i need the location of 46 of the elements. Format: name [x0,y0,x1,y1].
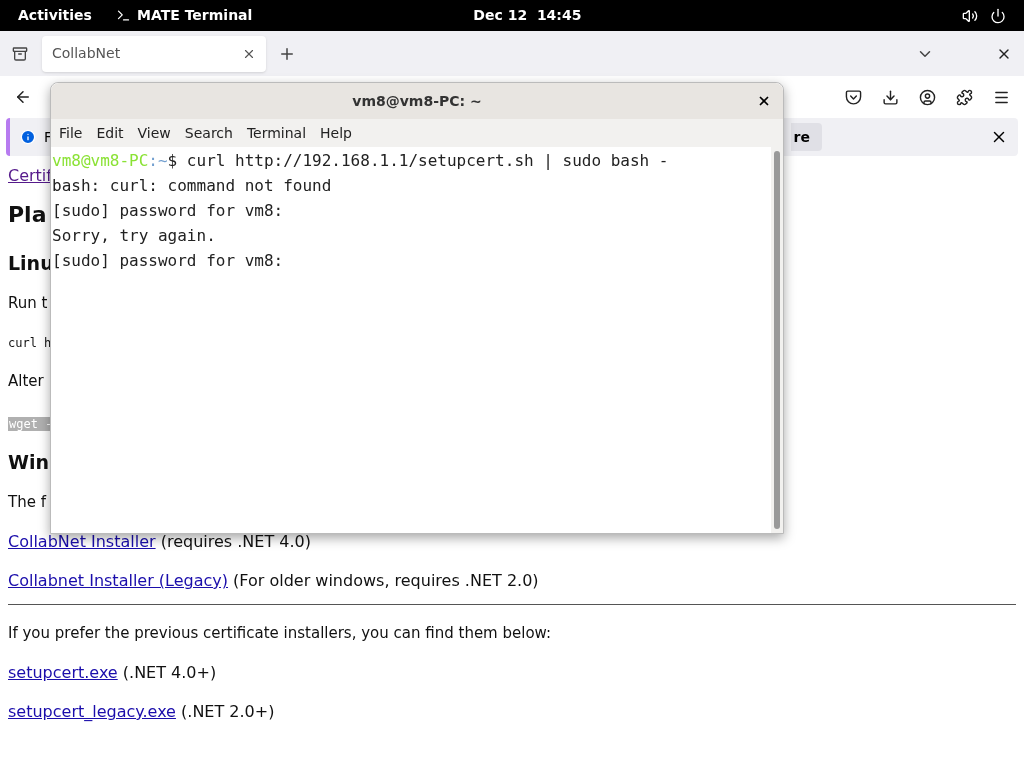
window-title: vm8@vm8-PC: ~ [352,91,482,111]
paragraph: Run t [8,294,48,312]
prompt-user: vm8@vm8-PC [52,150,149,172]
link-note: (.NET 2.0+) [181,702,275,721]
info-icon [20,129,36,145]
output-line: Sorry, try again. [52,226,216,245]
account-icon[interactable] [919,88,936,106]
menu-item[interactable]: Edit [96,122,124,144]
prompt-path: :~ [148,150,168,172]
output-line: [sudo] password for vm8: [52,201,284,220]
close-icon[interactable] [757,94,771,108]
back-icon[interactable] [14,88,32,106]
menu-item[interactable]: Help [320,122,352,144]
clock[interactable]: Dec 12 14:45 [473,5,582,26]
output-line: bash: curl: command not found [52,176,332,195]
code-text: curl h [8,335,53,352]
download-icon[interactable] [882,88,899,106]
menu-item[interactable]: File [59,122,83,144]
menu-item[interactable]: View [137,122,171,144]
power-icon[interactable] [990,7,1006,24]
archive-icon[interactable] [12,45,28,62]
browser-tab[interactable]: CollabNet [42,35,266,72]
puzzle-icon[interactable] [956,88,973,106]
paragraph: Alter [8,372,44,390]
terminal-icon [116,8,131,23]
page-link[interactable]: Certif [8,166,52,185]
link-note: (requires .NET 4.0) [160,532,311,551]
section-heading: Win [8,451,49,473]
download-link[interactable]: Collabnet Installer (Legacy) [8,571,228,590]
paragraph: The f [8,493,46,511]
menu-item[interactable]: Search [184,122,233,144]
notification-button[interactable]: re [790,123,822,151]
link-note: (.NET 4.0+) [122,663,217,682]
download-link[interactable]: setupcert.exe [8,663,118,682]
paragraph: If you prefer the previous certificate installers, you can find them below: [8,624,552,642]
menu-item[interactable]: Terminal [246,122,307,144]
pocket-icon[interactable] [845,88,862,106]
app-name[interactable]: MATE Terminal [137,5,253,26]
command-text: $ curl http://192.168.1.1/setupcert.sh | sudo bash - [167,150,669,172]
activities-button[interactable]: Activities [18,5,118,26]
download-link[interactable]: setupcert_legacy.exe [8,702,176,721]
download-link[interactable]: CollabNet Installer [8,532,156,551]
volume-icon[interactable] [962,7,978,24]
output-line: [sudo] password for vm8: [52,251,284,270]
page-heading: Pla [8,202,47,227]
link-note: (For older windows, requires .NET 2.0) [233,571,539,590]
